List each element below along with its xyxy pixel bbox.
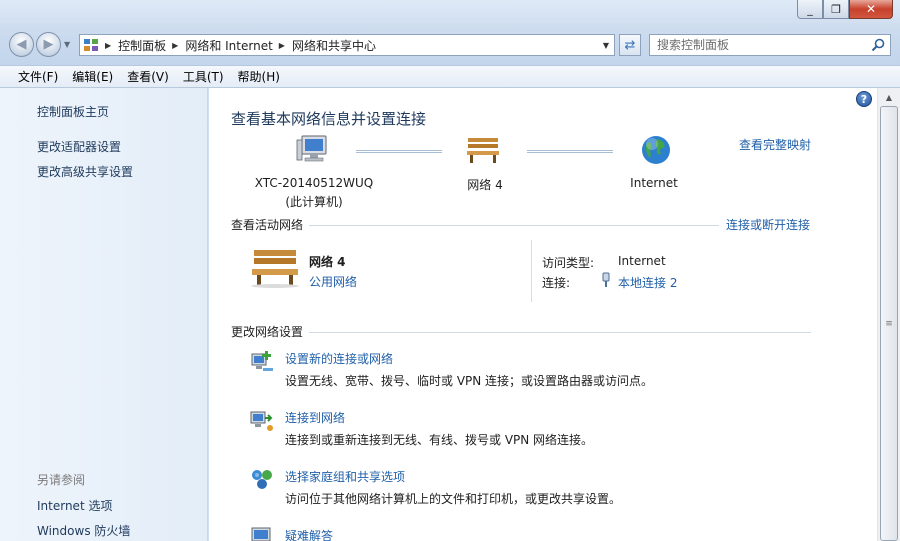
map-node-computer-sub: (此计算机) (285, 195, 343, 209)
troubleshoot-link[interactable]: 疑难解答 (285, 527, 333, 541)
navigation-buttons: ◀ ▶ ▼ (9, 32, 70, 57)
help-button[interactable]: ? (856, 91, 872, 107)
search-box[interactable] (649, 34, 891, 56)
connect-to-network-desc: 连接到或重新连接到无线、有线、拨号或 VPN 网络连接。 (285, 433, 594, 447)
connect-disconnect-link[interactable]: 连接或断开连接 (726, 216, 810, 233)
breadcrumb-network-sharing-center[interactable]: 网络和共享中心 (292, 37, 376, 54)
map-connector-line (527, 150, 613, 153)
troubleshoot-icon (251, 527, 271, 541)
recent-pages-dropdown[interactable]: ▼ (64, 40, 70, 49)
scroll-up-button[interactable]: ▲ (880, 90, 898, 105)
close-button[interactable]: ✕ (849, 0, 893, 19)
connect-to-network-link[interactable]: 连接到网络 (285, 409, 345, 426)
back-button[interactable]: ◀ (9, 32, 34, 57)
minimize-button[interactable]: _ (797, 0, 823, 19)
sidebar-windows-firewall[interactable]: Windows 防火墙 (37, 522, 130, 539)
address-bar[interactable]: ▶ 控制面板 ▶ 网络和 Internet ▶ 网络和共享中心 ▼ (79, 34, 615, 56)
refresh-button[interactable]: ⇄ (619, 34, 641, 56)
connection-label: 连接: (542, 276, 571, 290)
sidebar-see-also-heading: 另请参阅 (37, 473, 86, 487)
section-divider (309, 225, 719, 226)
window-chrome: _ ❐ ✕ ◀ ▶ ▼ ▶ 控制面板 ▶ 网络和 Internet ▶ 网络和共… (0, 0, 900, 65)
ethernet-icon (602, 272, 610, 287)
forward-arrow-icon: ▶ (43, 37, 54, 52)
vertical-scrollbar[interactable]: ▲ ≡ (877, 88, 900, 541)
sidebar-change-adapter-settings[interactable]: 更改适配器设置 (37, 138, 121, 155)
new-connection-icon (251, 351, 273, 371)
active-networks-heading: 查看活动网络 (231, 218, 304, 232)
breadcrumb-arrow-icon[interactable]: ▶ (172, 41, 178, 50)
view-full-map-link[interactable]: 查看完整映射 (739, 136, 811, 153)
back-arrow-icon: ◀ (16, 37, 27, 52)
map-connector-line (356, 150, 442, 153)
page-title: 查看基本网络信息并设置连接 (231, 110, 427, 128)
main-panel: ? 查看基本网络信息并设置连接 查看完整映射 XTC-20140512WUQ (… (209, 88, 877, 541)
setup-new-connection-link[interactable]: 设置新的连接或网络 (285, 350, 393, 367)
address-dropdown-icon[interactable]: ▼ (598, 35, 614, 55)
sidebar-change-advanced-sharing[interactable]: 更改高级共享设置 (37, 163, 133, 180)
network-type-link[interactable]: 公用网络 (309, 273, 357, 290)
minimize-icon: _ (807, 2, 813, 16)
breadcrumb-arrow-icon[interactable]: ▶ (279, 41, 285, 50)
column-divider (531, 240, 532, 302)
active-network-name: 网络 4 (309, 255, 346, 269)
connect-network-icon (250, 411, 273, 431)
search-input[interactable] (657, 38, 857, 52)
access-type-label: 访问类型: (542, 256, 595, 270)
change-settings-heading: 更改网络设置 (231, 325, 304, 339)
control-panel-icon (83, 37, 99, 53)
sidebar-internet-options[interactable]: Internet 选项 (37, 497, 112, 514)
restore-icon: ❐ (831, 2, 841, 16)
menu-help[interactable]: 帮助(H) (231, 68, 287, 85)
caption-buttons: _ ❐ ✕ (797, 0, 893, 20)
setup-new-connection-desc: 设置无线、宽带、拨号、临时或 VPN 连接；或设置路由器或访问点。 (285, 374, 654, 388)
menu-bar: 文件(F) 编辑(E) 查看(V) 工具(T) 帮助(H) (0, 65, 900, 88)
menu-edit[interactable]: 编辑(E) (65, 68, 120, 85)
maximize-button[interactable]: ❐ (823, 0, 849, 19)
computer-icon (296, 135, 327, 162)
sidebar: 控制面板主页 更改适配器设置 更改高级共享设置 另请参阅 Internet 选项… (0, 88, 208, 541)
map-node-internet-label: Internet (630, 176, 678, 190)
bench-icon (467, 138, 499, 163)
map-node-computer-label: XTC-20140512WUQ (254, 176, 374, 190)
local-connection-link[interactable]: 本地连接 2 (618, 274, 677, 291)
menu-file[interactable]: 文件(F) (11, 68, 65, 85)
section-divider (309, 332, 811, 333)
breadcrumb-network-internet[interactable]: 网络和 Internet (185, 37, 272, 54)
scroll-thumb[interactable]: ≡ (880, 106, 898, 541)
help-icon: ? (860, 92, 868, 106)
globe-icon (642, 136, 670, 164)
menu-tools[interactable]: 工具(T) (176, 68, 231, 85)
homegroup-sharing-link[interactable]: 选择家庭组和共享选项 (285, 468, 405, 485)
forward-button[interactable]: ▶ (36, 32, 61, 57)
grip-icon: ≡ (885, 318, 893, 329)
map-node-network-label: 网络 4 (467, 178, 503, 192)
close-icon: ✕ (865, 2, 877, 16)
chevron-up-icon: ▲ (885, 93, 893, 102)
breadcrumb-arrow-icon[interactable]: ▶ (105, 41, 111, 50)
access-type-value: Internet (618, 254, 666, 268)
breadcrumb-control-panel[interactable]: 控制面板 (118, 37, 166, 54)
homegroup-icon (252, 470, 272, 489)
search-icon[interactable] (871, 38, 885, 52)
refresh-icon: ⇄ (624, 37, 636, 53)
sidebar-control-panel-home[interactable]: 控制面板主页 (37, 103, 109, 120)
menu-view[interactable]: 查看(V) (120, 68, 176, 85)
homegroup-sharing-desc: 访问位于其他网络计算机上的文件和打印机，或更改共享设置。 (285, 492, 622, 506)
bench-icon (251, 250, 299, 288)
